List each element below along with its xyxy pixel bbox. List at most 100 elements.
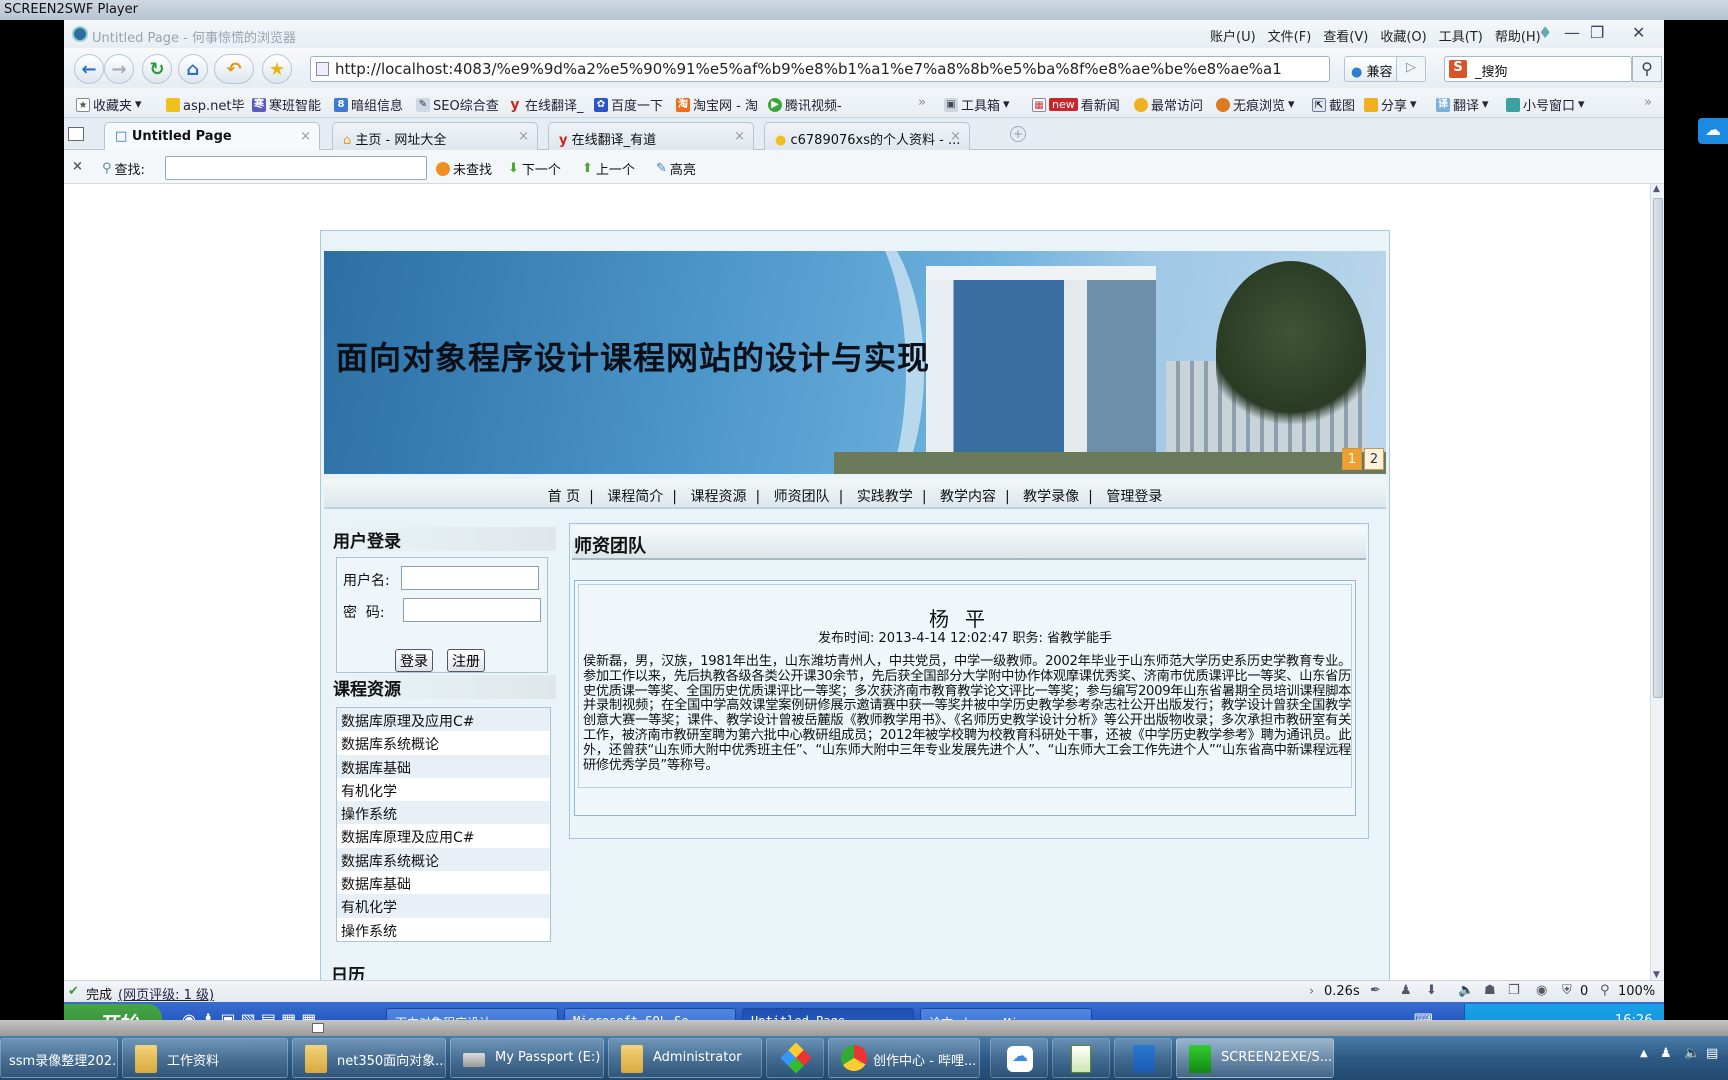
tray-expand-icon[interactable]: ▲ — [1640, 1048, 1648, 1059]
resource-item[interactable]: 数据库系统概论 — [337, 847, 550, 872]
resource-item[interactable]: 数据库原理及应用C# — [337, 824, 550, 847]
resource-item[interactable]: 操作系统 — [337, 801, 550, 825]
close-tab-icon[interactable]: × — [300, 129, 311, 144]
w7-task-ssm[interactable]: ssm录像整理202... — [0, 1038, 118, 1078]
minimize-button[interactable]: — — [1564, 23, 1580, 42]
app-icon-video[interactable] — [1114, 1038, 1172, 1078]
tab-homepage[interactable]: ⌂ 主页 - 网址大全 × — [332, 122, 538, 150]
download-icon[interactable]: ⬇ — [1426, 983, 1437, 998]
scrollbar-thumb[interactable] — [1653, 198, 1663, 698]
tab-youdao[interactable]: y 在线翻译_有道 × — [548, 122, 754, 150]
back-button[interactable]: ← — [74, 54, 104, 84]
zoom-icon[interactable]: ⚲ — [1600, 983, 1610, 998]
menu-favorites[interactable]: 收藏(O) — [1380, 26, 1426, 45]
w7-task-passport[interactable]: My Passport (E:) — [450, 1038, 604, 1078]
zoom-level[interactable]: 100% — [1618, 984, 1655, 999]
close-button[interactable]: ✕ — [1632, 23, 1645, 42]
login-button[interactable]: 登录 — [395, 649, 433, 672]
speaker-icon[interactable]: 🔈 — [1458, 983, 1474, 998]
fav-item[interactable]: ✿ 百度一下 — [594, 95, 663, 114]
nav-content[interactable]: 教学内容 — [940, 489, 996, 505]
restore-button[interactable]: ❐ — [1590, 23, 1604, 42]
toolbar-expand-button[interactable]: » — [1644, 95, 1652, 110]
slide-indicator-1[interactable]: 1 — [1342, 448, 1362, 470]
favorites-menu[interactable]: ★ 收藏夹 ▾ — [76, 95, 142, 114]
progress-knob[interactable] — [312, 1023, 324, 1033]
username-input[interactable] — [401, 566, 539, 590]
slide-indicator-2[interactable]: 2 — [1364, 448, 1384, 470]
sidebar-toggle-icon[interactable] — [68, 127, 84, 141]
nav-videos[interactable]: 教学录像 — [1023, 489, 1079, 505]
volume-icon[interactable]: 🔈 — [1684, 1046, 1700, 1061]
scroll-up-icon[interactable]: ▲ — [1653, 184, 1660, 194]
menu-view[interactable]: 查看(V) — [1323, 26, 1368, 45]
qq-tray-icon[interactable]: ♟ — [1660, 1046, 1672, 1061]
new-tab-button[interactable]: + — [1010, 126, 1026, 142]
address-bar[interactable]: http://localhost:4083/%e9%9d%a2%e5%90%91… — [310, 56, 1330, 82]
menu-tools[interactable]: 工具(T) — [1439, 26, 1483, 45]
eye-icon[interactable]: ◉ — [1536, 983, 1547, 998]
screenshot-button[interactable]: ⇱ 截图 — [1312, 95, 1355, 114]
w7-task-admin[interactable]: Administrator — [608, 1038, 762, 1078]
close-find-button[interactable]: × — [72, 159, 83, 174]
resource-item[interactable]: 数据库系统概论 — [337, 731, 550, 754]
toolbox-button[interactable]: ▣ 工具箱 ▾ — [944, 95, 1010, 114]
w7-task-folder-work[interactable]: 工作资料 — [122, 1038, 288, 1078]
resource-item[interactable]: 数据库基础 — [337, 754, 550, 778]
nav-faculty[interactable]: 师资团队 — [774, 489, 830, 505]
person-icon[interactable]: ♟ — [1400, 983, 1412, 998]
fav-item[interactable]: 淘淘宝网 - 淘 — [676, 95, 758, 114]
resource-item[interactable]: 有机化学 — [337, 778, 550, 801]
nav-course-resources[interactable]: 课程资源 — [690, 489, 746, 505]
close-tab-icon[interactable]: × — [734, 129, 745, 144]
resource-item[interactable]: 有机化学 — [337, 894, 550, 918]
app-icon-colorful[interactable] — [766, 1038, 824, 1078]
menu-file[interactable]: 文件(F) — [1268, 26, 1312, 45]
fav-item[interactable]: ✎ SEO综合查 — [416, 95, 499, 114]
app-icon-notepad[interactable] — [1052, 1038, 1110, 1078]
search-button[interactable]: ⚲ — [1632, 56, 1662, 82]
nav-practice[interactable]: 实践教学 — [857, 489, 913, 505]
app-icon-baidu-netdisk[interactable]: ☁ — [990, 1038, 1048, 1078]
plugin-icon[interactable]: ☗ — [1484, 983, 1496, 998]
share-button[interactable]: 分享 ▾ — [1364, 95, 1417, 114]
w7-task-folder-net350[interactable]: net350面向对象... — [292, 1038, 446, 1078]
search-input[interactable]: S _搜狗 — [1444, 56, 1632, 82]
menu-account[interactable]: 账户(U) — [1210, 26, 1256, 45]
close-tab-icon[interactable]: × — [518, 129, 529, 144]
small-window-button[interactable]: 小号窗口 ▾ — [1506, 95, 1585, 114]
skin-icon[interactable]: ♦ — [1538, 23, 1552, 42]
network-icon[interactable]: ▤ — [1706, 1046, 1718, 1061]
nav-course-intro[interactable]: 课程简介 — [607, 489, 663, 505]
tab-profile[interactable]: ● c6789076xs的个人资料 - ... × — [764, 122, 970, 150]
fav-item[interactable]: ▶ 腾讯视频- — [768, 95, 842, 114]
menu-help[interactable]: 帮助(H) — [1495, 26, 1541, 45]
more-favorites-button[interactable]: » — [918, 95, 926, 110]
translate-button[interactable]: 译翻译 ▾ — [1436, 95, 1489, 114]
password-input[interactable] — [403, 598, 541, 622]
undo-close-button[interactable]: ↶ — [214, 54, 254, 84]
most-visited-button[interactable]: 最常访问 — [1134, 95, 1203, 114]
vertical-scrollbar[interactable]: ▲ ▼ — [1650, 184, 1664, 980]
home-button[interactable]: ⌂ — [178, 54, 208, 84]
page-rating-link[interactable]: (网页评级: 1 级) — [118, 984, 214, 1003]
fav-item[interactable]: y 在线翻译_ — [508, 95, 583, 115]
window-icon[interactable]: ❐ — [1508, 983, 1520, 998]
forward-button[interactable]: → — [104, 54, 134, 84]
find-input[interactable] — [165, 156, 427, 180]
player-progress-bar[interactable] — [0, 1020, 1728, 1036]
highlight-button[interactable]: ✎ 高亮 — [656, 159, 696, 178]
close-tab-icon[interactable]: × — [950, 129, 961, 144]
go-button[interactable]: ▷ — [1396, 56, 1426, 82]
tab-untitled-page[interactable]: □ Untitled Page × — [104, 122, 320, 151]
cloud-sidebar-icon[interactable]: ☁ — [1698, 118, 1728, 144]
private-browse-button[interactable]: 无痕浏览 ▾ — [1216, 95, 1295, 114]
fav-item[interactable]: 8 暗组信息 — [334, 95, 403, 114]
w7-task-chrome[interactable]: 创作中心 - 哔哩... — [828, 1038, 980, 1078]
scroll-down-icon[interactable]: ▼ — [1653, 970, 1660, 980]
news-button[interactable]: ▦ new 看新闻 — [1032, 95, 1120, 114]
shield-icon[interactable]: ⛨ — [1562, 983, 1572, 998]
nav-admin-login[interactable]: 管理登录 — [1106, 489, 1162, 505]
feather-icon[interactable]: ✒ — [1370, 983, 1381, 998]
favorite-button[interactable]: ★ — [262, 54, 292, 84]
